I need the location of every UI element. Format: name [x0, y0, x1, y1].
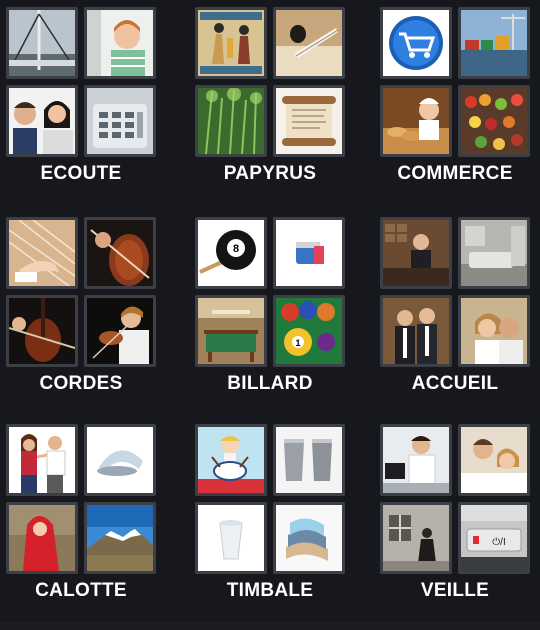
lobby-reception-image [458, 217, 530, 289]
puzzle-papyrus[interactable]: PAPYRUS [195, 7, 345, 184]
svg-text:1: 1 [295, 338, 300, 348]
plastic-cup-image [195, 502, 267, 574]
puzzle-image-grid [380, 7, 530, 157]
answer-label: TIMBALE [226, 580, 314, 601]
cello-player-image [6, 295, 78, 367]
puzzle-veille[interactable]: ⏻/I VEILLE [380, 424, 530, 601]
puzzle-image-grid [380, 217, 530, 367]
child-listening-image [84, 7, 156, 79]
stacked-cups-image [273, 502, 345, 574]
sailboat-rigging-image [6, 7, 78, 79]
puzzle-commerce[interactable]: COMMERCE [380, 7, 530, 184]
cargo-port-image [458, 7, 530, 79]
violin-player-image [84, 295, 156, 367]
answer-label: ACCUEIL [411, 373, 499, 394]
metal-cups-image [273, 424, 345, 496]
doctor-at-desk-image [380, 424, 452, 496]
rolled-scroll-image [273, 85, 345, 157]
red-hood-girl-image [6, 502, 78, 574]
puzzle-calotte[interactable]: CALOTTE [6, 424, 156, 601]
svg-text:⏻/I: ⏻/I [492, 537, 505, 548]
answer-label: VEILLE [420, 580, 490, 601]
hotel-reception-image [380, 217, 452, 289]
couple-in-bed-image [458, 424, 530, 496]
puzzle-image-grid [195, 7, 345, 157]
telephone-keypad-image [84, 85, 156, 157]
billiard-room-image [195, 295, 267, 367]
answer-label: BILLARD [227, 373, 313, 394]
market-stall-image [458, 85, 530, 157]
child-drumming-cartoon-image [195, 424, 267, 496]
answer-label: PAPYRUS [223, 163, 317, 184]
bottom-edge-strip [0, 622, 540, 630]
answer-label: CALOTTE [35, 580, 127, 601]
violin-bow-image [84, 217, 156, 289]
people-on-phone-image [6, 85, 78, 157]
cap-brim-image [84, 424, 156, 496]
puzzle-image-grid [6, 424, 156, 574]
papyrus-plants-image [195, 85, 267, 157]
puzzle-billard[interactable]: 8 1 BILLARD [195, 217, 345, 394]
svg-text:8: 8 [233, 243, 239, 255]
puzzle-ecoute[interactable]: ECOUTE [6, 7, 156, 184]
couple-smiling-image [458, 295, 530, 367]
puzzle-image-grid: 8 1 [195, 217, 345, 367]
puzzle-image-grid [6, 7, 156, 157]
receptionists-image [380, 295, 452, 367]
egyptian-papyrus-image [195, 7, 267, 79]
ink-and-quill-image [273, 7, 345, 79]
answer-label: ECOUTE [40, 163, 122, 184]
bakery-shop-image [380, 85, 452, 157]
snowy-mountain-image [84, 502, 156, 574]
puzzle-cordes[interactable]: CORDES [6, 217, 156, 394]
night-guard-image [380, 502, 452, 574]
billiard-balls-image: 1 [273, 295, 345, 367]
puzzle-image-grid [6, 217, 156, 367]
billiard-chalk-image [273, 217, 345, 289]
puzzle-image-grid: ⏻/I [380, 424, 530, 574]
answer-label: CORDES [39, 373, 123, 394]
couple-arguing-image [6, 424, 78, 496]
answer-label: COMMERCE [397, 163, 513, 184]
shopping-cart-icon [380, 7, 452, 79]
standby-button-image: ⏻/I [458, 502, 530, 574]
puzzle-accueil[interactable]: ACCUEIL [380, 217, 530, 394]
puzzle-timbale[interactable]: TIMBALE [195, 424, 345, 601]
eight-ball-image: 8 [195, 217, 267, 289]
puzzle-image-grid [195, 424, 345, 574]
harp-strings-image [6, 217, 78, 289]
